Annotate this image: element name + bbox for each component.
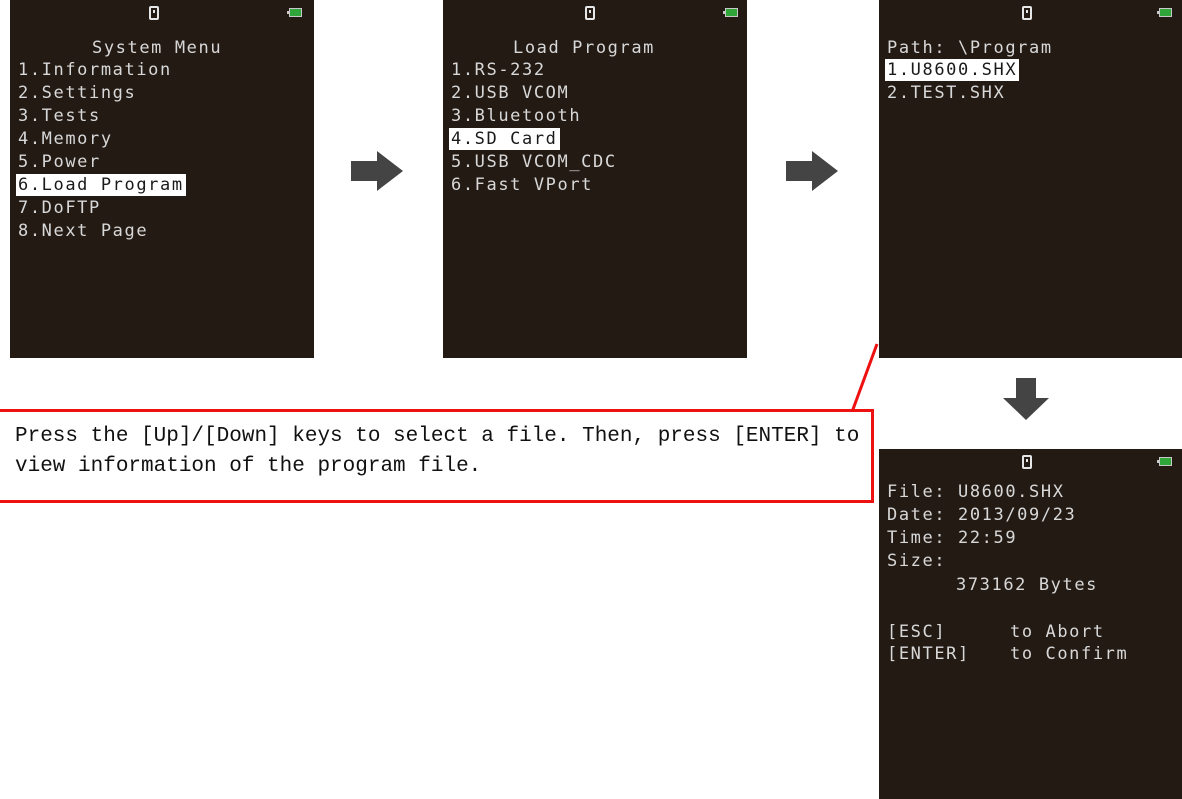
file-size-label: Size: — [887, 551, 947, 571]
screen-file-info: File: U8600.SHX Date: 2013/09/23 Time: 2… — [879, 449, 1182, 799]
menu-item-load-program[interactable]: 6.Load Program — [16, 174, 186, 196]
file-item-u8600[interactable]: 1.U8600.SHX — [885, 59, 1020, 81]
menu-item-memory[interactable]: 4.Memory — [18, 128, 113, 150]
menu-item-power[interactable]: 5.Power — [18, 151, 101, 173]
status-bar — [10, 0, 314, 26]
screen-title: System Menu — [92, 38, 223, 58]
status-bar — [443, 0, 747, 26]
menu-item-information[interactable]: 1.Information — [18, 59, 172, 81]
status-bar — [879, 449, 1182, 475]
sd-card-icon — [585, 6, 595, 20]
path-label: Path: \Program — [887, 38, 1053, 58]
battery-icon — [1157, 457, 1172, 466]
menu-item-next-page[interactable]: 8.Next Page — [18, 220, 148, 242]
instruction-callout: Press the [Up]/[Down] keys to select a f… — [0, 409, 874, 503]
menu-item-usb-vcom-cdc[interactable]: 5.USB VCOM_CDC — [451, 151, 617, 173]
menu-item-bluetooth[interactable]: 3.Bluetooth — [451, 105, 581, 127]
file-date: Date: 2013/09/23 — [887, 505, 1077, 525]
screen-load-program: Load Program 1.RS-232 2.USB VCOM 3.Bluet… — [443, 0, 747, 358]
callout-pointer — [850, 343, 879, 413]
screen-title: Load Program — [513, 38, 656, 58]
battery-icon — [1157, 8, 1172, 17]
menu-item-tests[interactable]: 3.Tests — [18, 105, 101, 127]
screen-file-select: Path: \Program 1.U8600.SHX 2.TEST.SHX — [879, 0, 1182, 358]
status-bar — [879, 0, 1182, 26]
file-item-test[interactable]: 2.TEST.SHX — [887, 82, 1005, 104]
screen-system-menu: System Menu 1.Information 2.Settings 3.T… — [10, 0, 314, 358]
file-time: Time: 22:59 — [887, 528, 1018, 548]
arrow-right-icon — [351, 151, 403, 191]
enter-key[interactable]: [ENTER] — [887, 643, 970, 665]
menu-item-rs232[interactable]: 1.RS-232 — [451, 59, 546, 81]
menu-item-fast-vport[interactable]: 6.Fast VPort — [451, 174, 593, 196]
arrow-down-icon — [1003, 378, 1049, 420]
callout-text: Press the [Up]/[Down] keys to select a f… — [15, 425, 872, 478]
menu-item-usb-vcom[interactable]: 2.USB VCOM — [451, 82, 569, 104]
menu-item-doftp[interactable]: 7.DoFTP — [18, 197, 101, 219]
esc-action: to Abort — [1010, 622, 1105, 642]
battery-icon — [723, 8, 738, 17]
sd-card-icon — [1022, 6, 1032, 20]
sd-card-icon — [149, 6, 159, 20]
esc-key[interactable]: [ESC] — [887, 621, 946, 643]
file-name: File: U8600.SHX — [887, 482, 1065, 502]
enter-action: to Confirm — [1010, 644, 1129, 664]
battery-icon — [287, 8, 302, 17]
arrow-right-icon — [786, 151, 838, 191]
file-size-value: 373162 Bytes — [956, 575, 1099, 595]
menu-item-sd-card[interactable]: 4.SD Card — [449, 128, 560, 150]
menu-item-settings[interactable]: 2.Settings — [18, 82, 136, 104]
sd-card-icon — [1022, 455, 1032, 469]
